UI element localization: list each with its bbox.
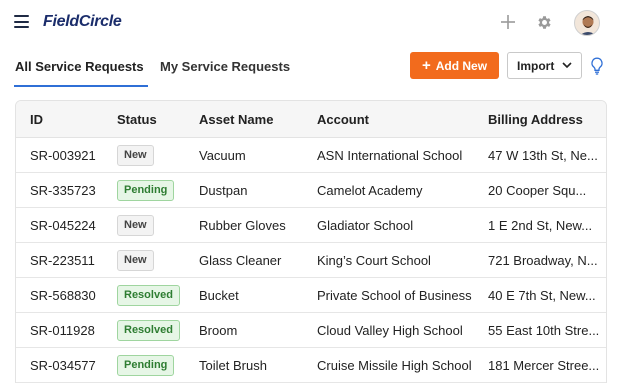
cell-status: Resolved [117,320,180,341]
cell-asset-name: Broom [199,323,238,338]
status-badge: New [117,215,154,236]
cell-id[interactable]: SR-568830 [30,288,96,303]
import-label: Import [517,58,555,73]
cell-status: New [117,215,154,236]
cell-account: Cruise Missile High School [317,358,472,373]
cell-billing-address: 721 Broadway, N... [488,253,598,268]
plus-icon[interactable] [500,14,516,30]
cell-id[interactable]: SR-223511 [30,253,95,268]
menu-icon[interactable] [14,15,29,28]
table-row[interactable]: SR-223511 New Glass Cleaner King’s Court Sc… [16,243,606,278]
cell-account: Private School of Business [317,288,472,303]
status-badge: Resolved [117,320,180,341]
column-header-asset-name[interactable]: Asset Name [199,112,273,127]
status-badge: Pending [117,180,175,201]
cell-billing-address: 20 Cooper Squ... [488,183,587,198]
gear-icon[interactable] [536,14,553,31]
tab-all-service-requests[interactable]: All Service Requests [15,59,144,74]
cell-id[interactable]: SR-011928 [30,323,95,338]
cell-account: Camelot Academy [317,183,423,198]
tab-my-service-requests[interactable]: My Service Requests [160,59,290,74]
cell-account: King’s Court School [317,253,431,268]
table-header: ID Status Asset Name Account Billing Add… [16,101,606,138]
tabs-row: All Service Requests My Service Requests… [0,46,619,88]
cell-asset-name: Dustpan [199,183,248,198]
column-header-status[interactable]: Status [117,112,157,127]
status-badge: Resolved [117,285,180,306]
cell-status: Resolved [117,285,180,306]
status-badge: New [117,250,154,271]
active-tab-indicator [14,85,148,87]
table-row[interactable]: SR-568830 Resolved Bucket Private School of… [16,278,606,313]
cell-billing-address: 40 E 7th St, New... [488,288,596,303]
cell-asset-name: Rubber Gloves [199,218,286,233]
column-header-billing-address[interactable]: Billing Address [488,112,583,127]
cell-account: ASN International School [317,148,463,163]
cell-id[interactable]: SR-045224 [30,218,96,233]
cell-status: New [117,145,154,166]
cell-account: Gladiator School [317,218,414,233]
avatar[interactable] [574,10,600,36]
table-row[interactable]: SR-034577 Pending Toilet Brush Cruise Missi… [16,348,606,383]
cell-id[interactable]: SR-034577 [30,358,96,373]
chevron-down-icon [562,62,572,69]
status-badge: Pending [117,355,175,376]
column-header-account[interactable]: Account [317,112,369,127]
table-row[interactable]: SR-045224 New Rubber Gloves Gladiator Schoo… [16,208,606,243]
cell-status: Pending [117,180,175,201]
cell-status: Pending [117,355,175,376]
table-row[interactable]: SR-011928 Resolved Broom Cloud Valley High … [16,313,606,348]
table-row[interactable]: SR-335723 Pending Dustpan Camelot Academy 20… [16,173,606,208]
cell-status: New [117,250,154,271]
cell-asset-name: Toilet Brush [199,358,267,373]
cell-asset-name: Vacuum [199,148,246,163]
top-bar: FieldCircle [0,0,619,45]
status-badge: New [117,145,154,166]
cell-account: Cloud Valley High School [317,323,463,338]
cell-id[interactable]: SR-335723 [30,183,96,198]
cell-billing-address: 47 W 13th St, Ne... [488,148,598,163]
table-row[interactable]: SR-003921 New Vacuum ASN International Scho… [16,138,606,173]
cell-id[interactable]: SR-003921 [30,148,96,163]
cell-billing-address: 181 Mercer Stree... [488,358,600,373]
cell-billing-address: 55 East 10th Stre... [488,323,600,338]
service-requests-table: ID Status Asset Name Account Billing Add… [15,100,607,383]
add-new-button[interactable]: + Add New [410,52,499,79]
brand-logo[interactable]: FieldCircle [43,13,122,31]
add-new-label: Add New [435,58,488,73]
lightbulb-icon[interactable] [590,57,604,75]
cell-asset-name: Bucket [199,288,239,303]
plus-icon: + [421,57,431,74]
import-dropdown-button[interactable]: Import [507,52,582,79]
cell-billing-address: 1 E 2nd St, New... [488,218,593,233]
column-header-id[interactable]: ID [30,112,43,127]
cell-asset-name: Glass Cleaner [199,253,282,268]
